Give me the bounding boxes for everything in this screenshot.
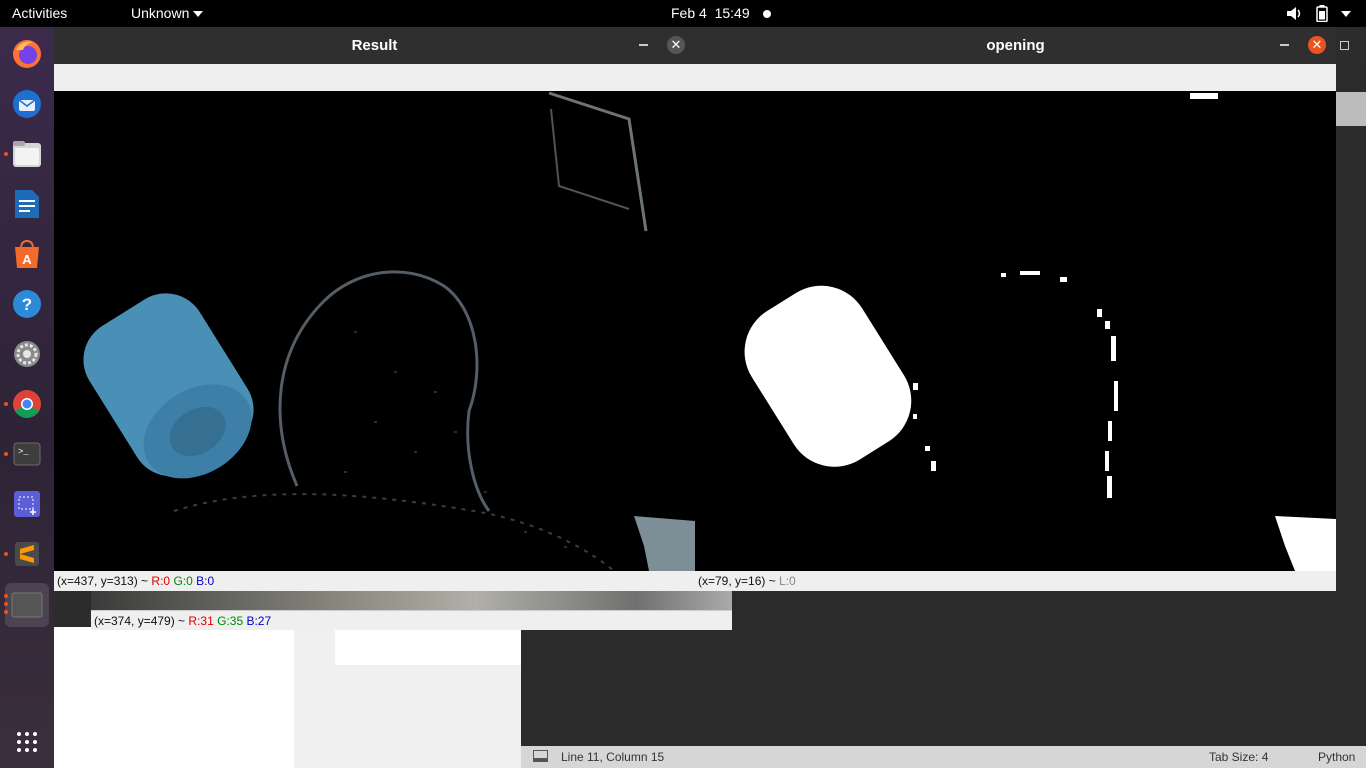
svg-text:A: A bbox=[22, 252, 32, 267]
software-icon[interactable]: A bbox=[9, 236, 45, 272]
sublime-icon[interactable] bbox=[9, 536, 45, 572]
clock[interactable]: Feb 4 15:49 bbox=[671, 5, 750, 21]
background-window bbox=[54, 627, 294, 768]
activities-button[interactable]: Activities bbox=[12, 5, 67, 21]
window-toolbar bbox=[54, 64, 695, 91]
cursor-position[interactable]: Line 11, Column 15 bbox=[561, 750, 664, 764]
close-icon[interactable]: ✕ bbox=[1308, 36, 1326, 54]
pixel-status: (x=79, y=16) ~ L:0 bbox=[695, 571, 1336, 591]
svg-text:?: ? bbox=[22, 295, 32, 314]
window-image-strip bbox=[91, 590, 732, 610]
maximize-icon[interactable] bbox=[1340, 41, 1349, 50]
screenshot-icon[interactable] bbox=[9, 486, 45, 522]
result-image[interactable] bbox=[54, 91, 695, 571]
show-applications-icon[interactable] bbox=[9, 724, 45, 760]
opening-window[interactable]: opening ✕ (x=79, y=16) ~ L:0 bbox=[695, 27, 1336, 591]
tab-size[interactable]: Tab Size: 4 bbox=[1209, 750, 1268, 764]
code-editor-edge bbox=[1336, 64, 1366, 592]
dock: A ? >_ bbox=[0, 27, 54, 768]
editor-status-bar: Line 11, Column 15 Tab Size: 4 Python bbox=[521, 746, 1366, 768]
volume-icon[interactable] bbox=[1286, 6, 1302, 21]
window-title: opening bbox=[986, 37, 1045, 54]
system-menu-chevron-icon[interactable] bbox=[1341, 11, 1351, 17]
app-menu[interactable]: Unknown bbox=[131, 5, 204, 21]
result-window[interactable]: Result ✕ (x=437, y=313) ~ R:0 G:0 B:0 bbox=[54, 27, 695, 591]
battery-icon[interactable] bbox=[1316, 5, 1328, 22]
minimize-icon[interactable] bbox=[639, 44, 648, 46]
top-bar: Activities Unknown Feb 4 15:49 bbox=[0, 0, 1366, 27]
files-icon[interactable] bbox=[9, 136, 45, 172]
window-titlebar[interactable]: opening ✕ bbox=[695, 27, 1336, 64]
close-icon[interactable]: ✕ bbox=[667, 36, 685, 54]
writer-icon[interactable] bbox=[9, 186, 45, 222]
pixel-status: (x=437, y=313) ~ R:0 G:0 B:0 bbox=[54, 571, 695, 591]
chrome-icon[interactable] bbox=[9, 386, 45, 422]
settings-icon[interactable] bbox=[9, 336, 45, 372]
svg-text:>_: >_ bbox=[18, 447, 29, 457]
minimize-icon[interactable] bbox=[1280, 44, 1289, 46]
notification-dot-icon bbox=[763, 10, 771, 18]
opencv-window-behind[interactable]: (x=374, y=479) ~ R:31 G:35 B:27 bbox=[91, 590, 732, 630]
opencv-window-icon[interactable] bbox=[5, 583, 49, 627]
panel-toggle-icon[interactable] bbox=[533, 750, 548, 762]
pixel-status: (x=374, y=479) ~ R:31 G:35 B:27 bbox=[91, 610, 732, 630]
syntax-language[interactable]: Python bbox=[1318, 750, 1355, 764]
app-menu-label: Unknown bbox=[131, 5, 190, 21]
window-title: Result bbox=[351, 37, 398, 54]
help-icon[interactable]: ? bbox=[9, 286, 45, 322]
window-toolbar bbox=[695, 64, 1336, 91]
firefox-icon[interactable] bbox=[9, 36, 45, 72]
window-titlebar[interactable]: Result ✕ bbox=[54, 27, 695, 64]
background-window-card bbox=[335, 627, 521, 665]
terminal-icon[interactable]: >_ bbox=[9, 436, 45, 472]
chevron-down-icon bbox=[193, 11, 204, 18]
opening-image[interactable] bbox=[695, 91, 1336, 571]
thunderbird-icon[interactable] bbox=[9, 86, 45, 122]
